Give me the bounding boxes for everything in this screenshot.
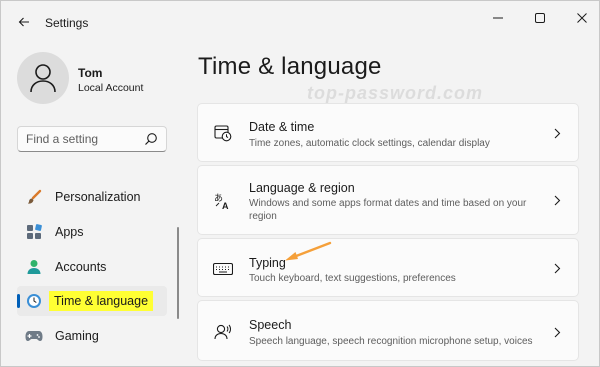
calendar-clock-icon	[212, 122, 234, 144]
search-box	[17, 126, 167, 152]
search-input[interactable]	[18, 127, 142, 151]
card-language-region[interactable]: あA Language & region Windows and some ap…	[197, 165, 579, 235]
sidebar-item-accounts[interactable]: Accounts	[17, 252, 167, 282]
speech-icon	[212, 321, 234, 343]
title-bar: Settings	[1, 1, 599, 41]
sidebar-item-personalization[interactable]: Personalization	[17, 182, 167, 212]
user-account-type: Local Account	[78, 82, 144, 94]
card-title: Typing	[249, 256, 286, 270]
sidebar-item-label: Accounts	[55, 260, 107, 274]
chevron-right-icon	[552, 326, 562, 338]
sidebar-item-label: Apps	[55, 225, 84, 239]
sidebar-item-time-language[interactable]: Time & language	[17, 286, 167, 316]
back-button[interactable]	[13, 11, 35, 33]
chevron-right-icon	[552, 262, 562, 274]
sidebar-item-label: Time & language	[49, 291, 154, 311]
svg-text:A: A	[222, 201, 229, 210]
card-speech[interactable]: Speech Speech language, speech recogniti…	[197, 300, 579, 361]
sidebar-item-label: Personalization	[55, 190, 141, 204]
watermark: top-password.com	[307, 83, 484, 103]
card-typing[interactable]: Typing Touch keyboard, text suggestions,…	[197, 238, 579, 297]
close-icon	[577, 13, 587, 23]
time-language-icon	[25, 292, 43, 310]
chevron-right-icon	[552, 127, 562, 139]
user-icon	[30, 64, 56, 93]
language-icon: あA	[212, 190, 234, 212]
card-title: Date & time	[249, 120, 315, 134]
back-arrow-icon	[18, 17, 29, 27]
page-title: Time & language	[198, 53, 382, 80]
apps-icon	[25, 223, 43, 241]
close-button[interactable]	[567, 7, 597, 29]
card-title: Language & region	[249, 181, 355, 195]
gaming-icon	[25, 327, 43, 345]
user-name: Tom	[78, 66, 103, 80]
avatar[interactable]	[17, 52, 69, 104]
sidebar-scrollbar[interactable]	[177, 227, 179, 319]
paintbrush-icon	[25, 188, 43, 206]
card-description: Touch keyboard, text suggestions, prefer…	[249, 273, 456, 284]
selection-indicator	[17, 294, 20, 308]
card-description: Speech language, speech recognition micr…	[249, 336, 533, 347]
card-description: Windows and some apps format dates and t…	[249, 198, 527, 222]
chevron-right-icon	[552, 194, 562, 206]
app-title: Settings	[45, 16, 89, 30]
sidebar-item-label: Gaming	[55, 329, 99, 343]
keyboard-icon	[212, 258, 234, 280]
card-title: Speech	[249, 318, 292, 332]
card-date-time[interactable]: Date & time Time zones, automatic clock …	[197, 103, 579, 162]
accounts-icon	[25, 258, 43, 276]
minimize-button[interactable]	[483, 7, 513, 29]
sidebar-item-gaming[interactable]: Gaming	[17, 321, 167, 351]
sidebar-item-apps[interactable]: Apps	[17, 217, 167, 247]
maximize-button[interactable]	[525, 7, 555, 29]
card-description: Time zones, automatic clock settings, ca…	[249, 138, 490, 149]
search-icon[interactable]	[144, 132, 158, 146]
maximize-icon	[535, 13, 545, 23]
settings-window: Settings Tom Local Account Personalizati…	[0, 0, 600, 367]
minimize-icon	[493, 17, 503, 19]
annotation-arrow-icon	[285, 241, 332, 261]
